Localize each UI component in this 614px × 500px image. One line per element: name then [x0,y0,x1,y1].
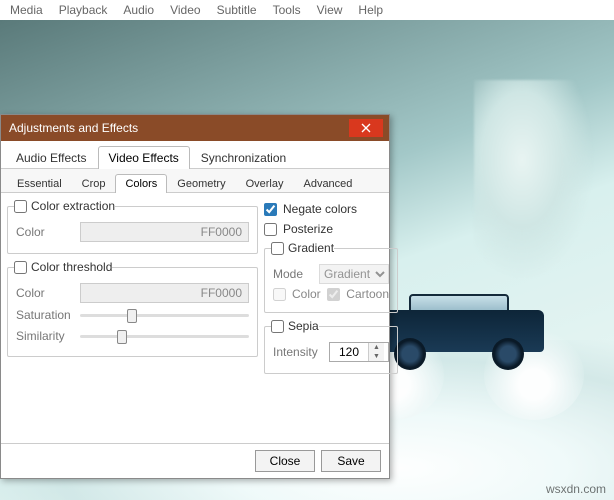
video-effects-subtabs: Essential Crop Colors Geometry Overlay A… [1,169,389,193]
close-icon [361,123,371,133]
colors-right-column: Negate colors Posterize Gradient Mode Gr… [264,199,398,435]
scene-car [384,300,544,370]
color-threshold-checkbox[interactable] [14,261,27,274]
gradient-mode-select[interactable]: Gradient [319,264,389,284]
dialog-tabs: Audio Effects Video Effects Synchronizat… [1,141,389,169]
posterize-label: Posterize [283,222,333,236]
saturation-label: Saturation [16,308,74,322]
subtab-crop[interactable]: Crop [72,174,116,193]
subtab-advanced[interactable]: Advanced [293,174,362,193]
negate-colors-checkbox[interactable] [264,203,277,216]
saturation-slider[interactable] [80,306,249,324]
subtab-overlay[interactable]: Overlay [236,174,294,193]
dialog-title: Adjustments and Effects [9,121,349,135]
extraction-color-label: Color [16,225,74,239]
adjustments-effects-dialog: Adjustments and Effects Audio Effects Vi… [0,114,390,479]
subtab-essential[interactable]: Essential [7,174,72,193]
menu-help[interactable]: Help [358,3,383,17]
color-threshold-label: Color threshold [31,260,112,274]
color-extraction-checkbox[interactable] [14,200,27,213]
similarity-slider[interactable] [80,327,249,345]
scene-tree [474,80,594,280]
gradient-group: Gradient Mode Gradient Color Cartoon [264,241,398,313]
sepia-intensity-input[interactable] [330,344,368,360]
dialog-titlebar[interactable]: Adjustments and Effects [1,115,389,141]
posterize-checkbox[interactable] [264,223,277,236]
dialog-footer: Close Save [1,443,389,478]
watermark: wsxdn.com [546,482,606,496]
menu-media[interactable]: Media [10,3,43,17]
close-button[interactable]: Close [255,450,315,472]
tab-video-effects[interactable]: Video Effects [98,146,190,169]
color-extraction-group: Color extraction Color [7,199,258,254]
threshold-color-input[interactable] [80,283,249,303]
subtab-geometry[interactable]: Geometry [167,174,235,193]
gradient-checkbox[interactable] [271,242,284,255]
subtab-colors[interactable]: Colors [115,174,167,193]
dialog-close-button[interactable] [349,119,383,137]
colors-left-column: Color extraction Color Color threshold C… [7,199,258,435]
menu-tools[interactable]: Tools [273,3,301,17]
spinner-down-icon[interactable]: ▼ [369,352,384,361]
colors-pane: Color extraction Color Color threshold C… [1,193,389,443]
sepia-intensity-label: Intensity [273,345,323,359]
gradient-mode-label: Mode [273,267,313,281]
sepia-checkbox[interactable] [271,320,284,333]
tab-audio-effects[interactable]: Audio Effects [5,146,98,169]
spinner-up-icon[interactable]: ▲ [369,343,384,352]
menu-bar: Media Playback Audio Video Subtitle Tool… [0,0,614,20]
gradient-label: Gradient [288,241,334,255]
negate-colors-label: Negate colors [283,202,357,216]
menu-subtitle[interactable]: Subtitle [217,3,257,17]
sepia-label: Sepia [288,319,319,333]
gradient-cartoon-label: Cartoon [346,287,389,301]
threshold-color-label: Color [16,286,74,300]
menu-view[interactable]: View [317,3,343,17]
menu-video[interactable]: Video [170,3,200,17]
color-extraction-label: Color extraction [31,199,115,213]
menu-audio[interactable]: Audio [123,3,154,17]
menu-playback[interactable]: Playback [59,3,108,17]
sepia-intensity-spinner[interactable]: ▲ ▼ [329,342,389,362]
sepia-group: Sepia Intensity ▲ ▼ [264,319,398,374]
color-threshold-group: Color threshold Color Saturation Similar… [7,260,258,357]
gradient-color-label: Color [292,287,321,301]
save-button[interactable]: Save [321,450,381,472]
gradient-color-checkbox[interactable] [273,288,286,301]
extraction-color-input[interactable] [80,222,249,242]
gradient-cartoon-checkbox[interactable] [327,288,340,301]
tab-synchronization[interactable]: Synchronization [190,146,297,169]
similarity-label: Similarity [16,329,74,343]
